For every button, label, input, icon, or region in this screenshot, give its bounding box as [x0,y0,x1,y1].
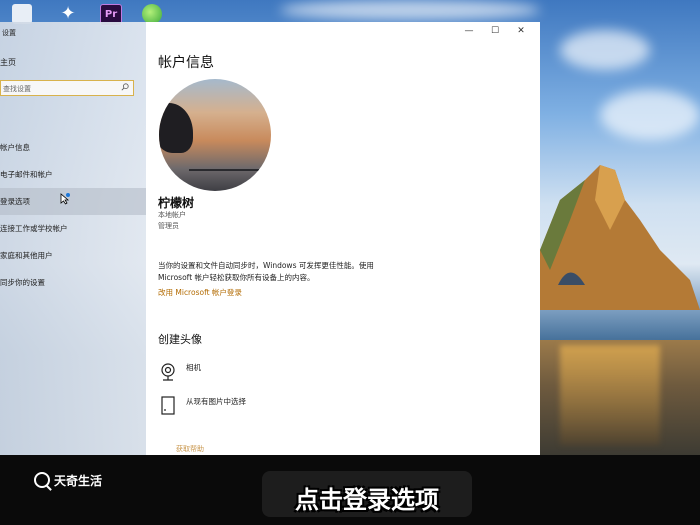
brand-watermark: 天奇生活 [34,470,102,490]
settings-sidebar: 设置 主页 查找设置 帐户信息 电子邮件和帐户 登录选项 连接工作或学校帐户 家… [0,22,146,455]
sidebar-item-label: 连接工作或学校帐户 [0,224,68,233]
video-caption: 点击登录选项 [262,471,472,517]
sidebar-item-label: 登录选项 [0,197,30,206]
sidebar-item-sign-in-options[interactable]: 登录选项 [0,188,146,215]
settings-content: — ☐ ✕ 帐户信息 柠檬树 本地帐户 管理员 当你的设置和文件自动同步时，Wi… [146,22,540,455]
sidebar-home-link[interactable]: 主页 [0,57,16,68]
cloud [560,30,650,70]
camera-option-label: 相机 [186,363,201,372]
page-title: 帐户信息 [158,55,214,71]
cloud [280,0,540,20]
brand-logo-icon [34,472,50,488]
maximize-button[interactable]: ☐ [482,22,508,40]
user-avatar [159,79,271,191]
user-role: 管理员 [158,222,179,230]
search-placeholder: 查找设置 [3,85,31,93]
help-link[interactable]: 获取帮助 [176,444,204,454]
green-app-icon[interactable] [142,4,162,24]
avatar-tree-silhouette [159,103,193,153]
sidebar-item-email-accounts[interactable]: 电子邮件和帐户 [0,161,146,188]
sea-arch-rock [540,165,700,310]
browse-picture-option[interactable]: 从现有图片中选择 [160,396,380,420]
sync-description: 当你的设置和文件自动同步时，Windows 可发挥更佳性能。使用 Microso… [158,261,374,282]
unity-app-icon[interactable] [12,4,32,24]
brand-watermark-text: 天奇生活 [54,473,103,488]
sidebar-item-label: 家庭和其他用户 [0,251,53,260]
sidebar-item-account-info[interactable]: 帐户信息 [0,134,146,161]
avatar-bridge [189,169,259,181]
webcam-icon [161,363,175,381]
sidebar-item-label: 电子邮件和帐户 [0,170,53,179]
mouse-cursor-icon [60,193,70,205]
caption-text: 点击登录选项 [295,486,439,514]
sidebar-item-family-users[interactable]: 家庭和其他用户 [0,242,146,269]
user-name: 柠檬树 [158,196,195,210]
cloud [600,90,700,140]
sidebar-item-label: 帐户信息 [0,143,30,152]
star-app-icon[interactable]: ✦ [58,4,78,24]
window-controls: — ☐ ✕ [456,22,534,40]
sidebar-item-work-school[interactable]: 连接工作或学校帐户 [0,215,146,242]
browse-picture-option-label: 从现有图片中选择 [186,397,246,406]
video-bottom-bar: 天奇生活 点击登录选项 [0,455,700,525]
rock-reflection [560,345,660,445]
sidebar-item-sync-settings[interactable]: 同步你的设置 [0,269,146,296]
minimize-button[interactable]: — [456,22,482,40]
microsoft-account-link[interactable]: 改用 Microsoft 帐户登录 [158,287,242,298]
picture-file-icon [161,396,175,415]
search-icon[interactable] [121,83,129,91]
camera-option[interactable]: 相机 [160,362,380,386]
settings-search-input[interactable]: 查找设置 [0,80,134,96]
sidebar-item-label: 同步你的设置 [0,278,45,287]
close-button[interactable]: ✕ [508,22,534,40]
account-type: 本地帐户 [158,211,186,219]
app-title: 设置 [2,29,16,37]
avatar-section-title: 创建头像 [158,333,202,346]
